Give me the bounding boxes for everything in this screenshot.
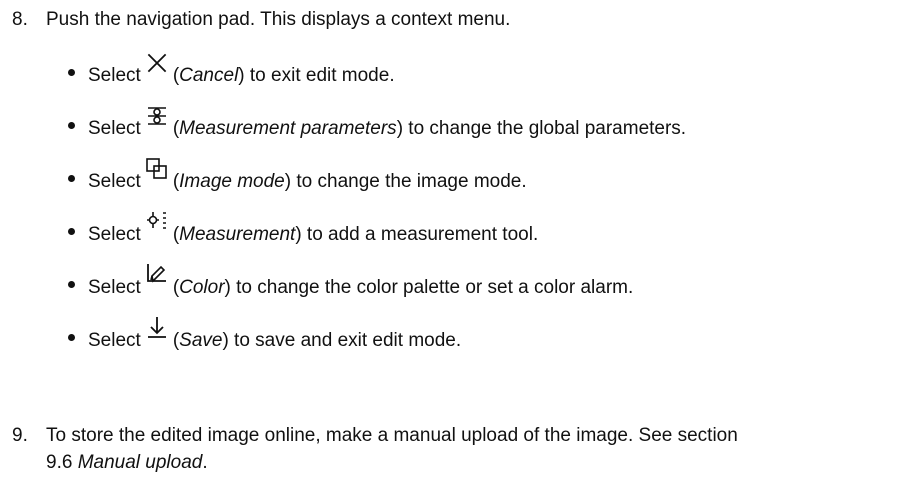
bullet-icon — [68, 175, 75, 182]
bullet-measurement-parameters: Select (Measurement parameters) to change… — [60, 106, 900, 142]
menu-label: Measurement parameters — [179, 118, 397, 139]
color-icon — [146, 264, 168, 295]
section-number: 9.6 — [46, 451, 78, 473]
bullet-cancel: Select (Cancel) to exit edit mode. — [60, 53, 900, 89]
image-mode-icon — [146, 158, 168, 189]
bullet-description: to add a measurement tool. — [301, 224, 539, 245]
bullet-prefix: Select — [88, 65, 141, 86]
bullet-text: Select (Save) to save and exit edit mode. — [88, 317, 462, 353]
bullet-description: to change the global parameters. — [403, 118, 687, 139]
bullet-text: Select (Measurement) to add a measurement… — [88, 212, 539, 247]
step-text: To store the edited image online, make a… — [46, 425, 906, 475]
bullet-save: Select (Save) to save and exit edit mode. — [60, 317, 900, 354]
menu-label: Measurement — [179, 224, 296, 245]
bullet-prefix: Select — [88, 277, 141, 298]
save-icon — [146, 317, 168, 348]
bullet-icon — [68, 334, 75, 341]
step-text-line: To store the edited image online, make a… — [46, 425, 738, 446]
bullet-prefix: Select — [88, 171, 141, 192]
step-number: 9. — [12, 425, 28, 446]
bullet-prefix: Select — [88, 118, 141, 139]
bullet-icon — [68, 228, 75, 235]
step-text-line: 9.6 Manual upload. — [46, 452, 906, 475]
sliders-icon — [146, 107, 168, 136]
bullet-icon — [68, 281, 75, 288]
bullet-text: Select (Image mode) to change the image m… — [88, 158, 527, 194]
bullet-color: Select (Color) to change the color palett… — [60, 264, 900, 301]
bullet-description: to save and exit edit mode. — [228, 330, 462, 351]
step-number: 8. — [12, 9, 28, 30]
bullet-description: to change the color palette or set a col… — [230, 277, 634, 298]
bullet-description: to exit edit mode. — [244, 65, 395, 86]
bullet-prefix: Select — [88, 224, 141, 245]
menu-label: Color — [179, 277, 225, 298]
menu-label: Image mode — [179, 171, 285, 192]
document-page: 8. Push the navigation pad. This display… — [0, 0, 920, 485]
bullet-icon — [68, 122, 75, 129]
step-text: Push the navigation pad. This displays a… — [46, 9, 511, 30]
bullet-text: Select (Measurement parameters) to change… — [88, 107, 687, 141]
bullet-prefix: Select — [88, 330, 141, 351]
menu-label: Save — [179, 330, 223, 351]
close-icon — [146, 53, 168, 83]
sentence-end: . — [202, 451, 208, 473]
bullet-icon — [68, 69, 75, 76]
section-link[interactable]: Manual upload — [78, 452, 203, 473]
bullet-text: Select (Color) to change the color palett… — [88, 264, 634, 300]
bullet-text: Select (Cancel) to exit edit mode. — [88, 53, 395, 88]
measurement-icon — [146, 212, 168, 242]
bullet-description: to change the image mode. — [291, 171, 527, 192]
bullet-measurement: Select (Measurement) to add a measurement… — [60, 212, 900, 248]
menu-label: Cancel — [179, 65, 239, 86]
bullet-image-mode: Select (Image mode) to change the image m… — [60, 158, 900, 195]
